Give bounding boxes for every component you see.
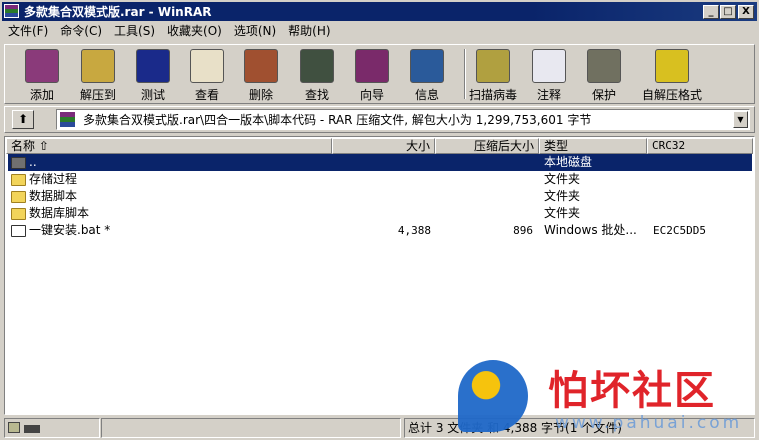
column-header-name[interactable]: 名称 ⇧ — [6, 138, 332, 154]
folder-icon — [11, 208, 26, 220]
toolbar-button-label: 添加 — [29, 88, 54, 102]
toolbar-button-find[interactable]: 查找 — [289, 47, 345, 103]
file-row[interactable]: 数据脚本 文件夹 — [8, 188, 752, 205]
cell-name: 数据库脚本 — [29, 206, 90, 220]
toolbar-button-delete[interactable]: 删除 — [233, 47, 289, 103]
toolbar-button-comment[interactable]: 注释 — [521, 47, 577, 103]
toolbar-button-label: 向导 — [359, 88, 384, 102]
toolbar-button-label: 解压到 — [79, 88, 116, 102]
path-text: 多款集合双模式版.rar\四合一版本\脚本代码 - RAR 压缩文件, 解包大小… — [83, 113, 592, 127]
extract-icon — [81, 49, 115, 83]
archive-icon — [60, 112, 75, 127]
menu-favorites[interactable]: 收藏夹(O) — [161, 22, 228, 40]
toolbar-button-label: 查找 — [304, 88, 329, 102]
file-row[interactable]: 数据库脚本 文件夹 — [8, 205, 752, 222]
column-header-packed[interactable]: 压缩后大小 — [435, 138, 539, 154]
toolbar-button-label: 注释 — [536, 88, 561, 102]
file-row[interactable]: 存储过程 文件夹 — [8, 171, 752, 188]
watermark-logo-icon — [458, 360, 528, 432]
close-button[interactable]: X — [738, 5, 754, 19]
toolbar-button-label: 扫描病毒 — [468, 88, 517, 102]
maximize-button[interactable]: □ — [720, 5, 736, 19]
toolbar-button-label: 保护 — [591, 88, 616, 102]
folder-icon — [11, 191, 26, 203]
toolbar-button-label: 信息 — [414, 88, 439, 102]
menu-options[interactable]: 选项(N) — [228, 22, 282, 40]
toolbar-button-test[interactable]: 测试 — [125, 47, 181, 103]
cell-type: 本地磁盘 — [544, 155, 593, 169]
winrar-app-icon[interactable] — [4, 4, 19, 18]
protect-icon — [587, 49, 621, 83]
up-folder-button[interactable]: ⬆ — [12, 110, 34, 129]
toolbar-button-view[interactable]: 查看 — [179, 47, 235, 103]
view-icon — [190, 49, 224, 83]
key-icon — [23, 425, 40, 433]
parent-folder-icon — [11, 157, 26, 169]
sfx-icon — [655, 49, 689, 83]
menu-file[interactable]: 文件(F) — [2, 22, 54, 40]
find-icon — [300, 49, 334, 83]
file-row[interactable]: 一键安装.bat * 4,388 896 Windows 批处... EC2C5… — [8, 222, 752, 239]
drive-icon — [8, 422, 20, 433]
cell-name: 一键安装.bat * — [29, 223, 111, 237]
toolbar-button-protect[interactable]: 保护 — [576, 47, 632, 103]
file-row[interactable]: .. 本地磁盘 — [8, 154, 752, 171]
cell-size: 4,388 — [397, 224, 431, 237]
path-field[interactable]: 多款集合双模式版.rar\四合一版本\脚本代码 - RAR 压缩文件, 解包大小… — [56, 109, 750, 130]
cell-name: .. — [29, 155, 37, 169]
delete-icon — [244, 49, 278, 83]
cell-name: 数据脚本 — [29, 189, 78, 203]
info-icon — [410, 49, 444, 83]
toolbar-button-info[interactable]: 信息 — [399, 47, 455, 103]
watermark-url: www.pahuai.com — [555, 413, 743, 433]
cell-type: Windows 批处... — [544, 223, 637, 237]
comment-icon — [532, 49, 566, 83]
folder-icon — [11, 174, 26, 186]
status-selection — [101, 418, 401, 438]
virus-scan-icon — [476, 49, 510, 83]
toolbar-button-label: 删除 — [248, 88, 273, 102]
menu-tools[interactable]: 工具(S) — [108, 22, 161, 40]
toolbar-button-extract[interactable]: 解压到 — [70, 47, 126, 103]
test-icon — [136, 49, 170, 83]
cell-type: 文件夹 — [544, 206, 581, 220]
minimize-button[interactable]: _ — [703, 5, 719, 19]
menu-bar: 文件(F) 命令(C) 工具(S) 收藏夹(O) 选项(N) 帮助(H) — [2, 22, 337, 40]
column-header-size[interactable]: 大小 — [332, 138, 435, 154]
window-title: 多款集合双模式版.rar - WinRAR — [24, 5, 212, 19]
status-drive-lock-icons[interactable] — [4, 418, 100, 438]
toolbar-button-virus-scan[interactable]: 扫描病毒 — [465, 47, 521, 103]
cell-type: 文件夹 — [544, 189, 581, 203]
path-dropdown-button[interactable]: ▼ — [733, 111, 748, 128]
title-bar: 多款集合双模式版.rar - WinRAR — [2, 2, 757, 21]
toolbar-button-label: 查看 — [194, 88, 219, 102]
menu-help[interactable]: 帮助(H) — [282, 22, 336, 40]
column-header-type[interactable]: 类型 — [539, 138, 647, 154]
add-archive-icon — [25, 49, 59, 83]
cell-type: 文件夹 — [544, 172, 581, 186]
toolbar-button-label: 自解压格式 — [641, 88, 702, 102]
watermark-name: 怕坏社区 — [548, 368, 716, 414]
menu-commands[interactable]: 命令(C) — [54, 22, 108, 40]
cell-crc32: EC2C5DD5 — [653, 224, 706, 237]
cell-packed: 896 — [513, 224, 533, 237]
toolbar-button-sfx[interactable]: 自解压格式 — [639, 47, 705, 103]
toolbar-button-label: 测试 — [140, 88, 165, 102]
toolbar: 添加 解压到 测试 查看 删除 查找 向导 信息 扫描病毒 注释 保护 自解压格式 — [4, 44, 755, 104]
toolbar-button-wizard[interactable]: 向导 — [344, 47, 400, 103]
cell-name: 存储过程 — [29, 172, 78, 186]
toolbar-button-add-archive[interactable]: 添加 — [14, 47, 70, 103]
wizard-icon — [355, 49, 389, 83]
batch-file-icon — [11, 225, 26, 237]
column-header-crc32[interactable]: CRC32 — [647, 138, 753, 154]
